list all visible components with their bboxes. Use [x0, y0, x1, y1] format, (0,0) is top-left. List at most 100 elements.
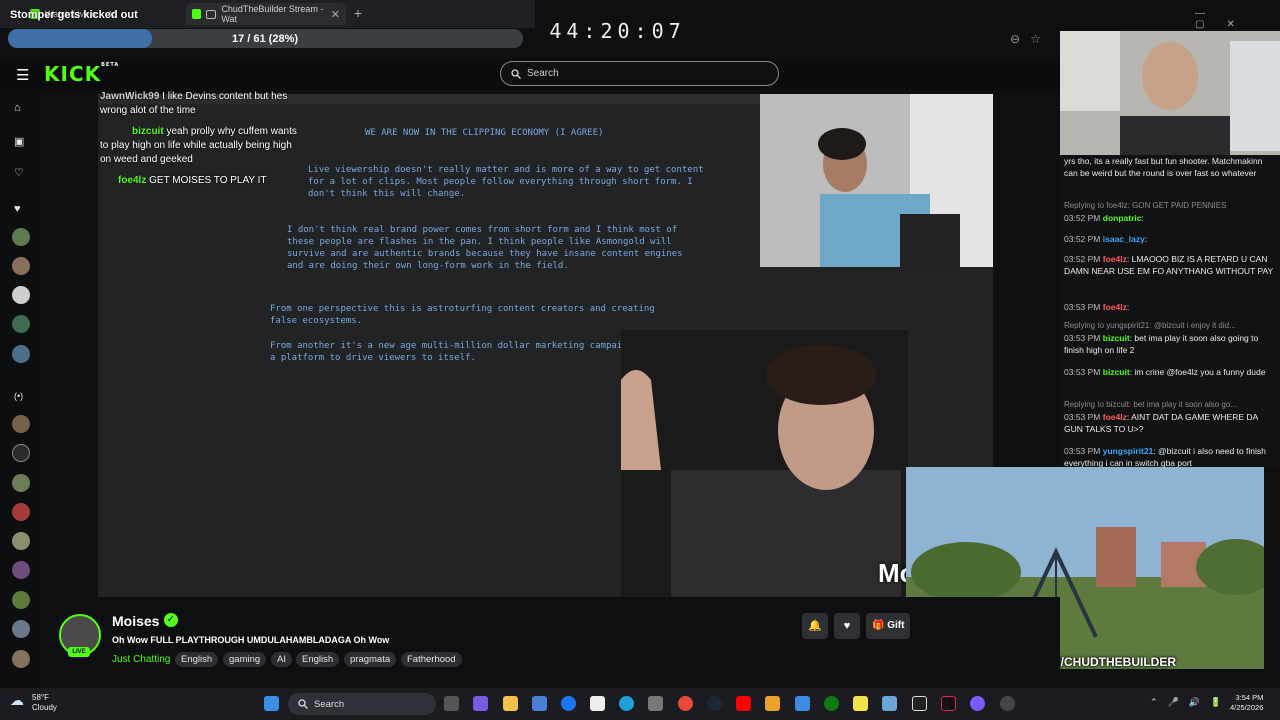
- snipping-tool-icon[interactable]: [882, 696, 897, 711]
- sidebar-channel-avatar[interactable]: [12, 474, 30, 492]
- kick-favicon-icon: [192, 9, 201, 19]
- tag[interactable]: AI: [271, 652, 292, 667]
- file-explorer-icon[interactable]: [503, 696, 518, 711]
- start-windows-icon[interactable]: [264, 696, 279, 711]
- search-icon: [298, 699, 308, 709]
- gift-button[interactable]: 🎁 Gift: [866, 613, 910, 639]
- reading-mode-icon[interactable]: ⊖: [1010, 32, 1020, 46]
- drawing-paragraph: Live viewership doesn't really matter an…: [308, 165, 704, 199]
- sidebar-channel-avatar[interactable]: [12, 286, 30, 304]
- app-icon[interactable]: [795, 696, 810, 711]
- progress-text: 17 / 61 (28%): [231, 33, 299, 45]
- sidebar-channel-avatar[interactable]: [12, 315, 30, 333]
- sidebar-channel-avatar[interactable]: [12, 620, 30, 638]
- sidebar-channel-avatar[interactable]: [12, 415, 30, 433]
- kick-logo[interactable]: KICKBETA: [44, 62, 119, 86]
- guest-webcam: [760, 94, 993, 267]
- tag[interactable]: pragmata: [344, 652, 397, 667]
- tag[interactable]: English: [175, 652, 219, 667]
- xbox-icon[interactable]: [824, 696, 839, 711]
- host-webcam: [1060, 31, 1280, 155]
- chat-reply-context[interactable]: Replying to bizcuit: bet ima play it soo…: [1064, 399, 1274, 411]
- channel-name[interactable]: Moises: [112, 613, 159, 629]
- stream-chat-message: bizcuit yeah prolly why cuffem wants to …: [100, 126, 297, 165]
- stream-chat-message: foe4lz GET MOISES TO PLAY IT: [118, 175, 267, 186]
- chat-message: 03:52 PM isaac_lazy:: [1064, 234, 1148, 244]
- stream-timer: 44:20:07: [549, 19, 686, 43]
- follow-heart-button[interactable]: ♥: [834, 613, 860, 639]
- tiktok-icon[interactable]: [941, 696, 956, 711]
- browse-icon[interactable]: ▣: [14, 135, 24, 148]
- sidebar-channel-avatar[interactable]: [12, 532, 30, 550]
- new-tab-button[interactable]: +: [354, 5, 362, 21]
- tag[interactable]: English: [296, 652, 340, 667]
- overlay-title: Stomper gets kicked out: [10, 9, 138, 21]
- chat-reply-context[interactable]: Replying to yungspirit21: @bizcuit i enj…: [1064, 320, 1274, 332]
- settings-icon[interactable]: [1000, 696, 1015, 711]
- sidebar-channel-avatar[interactable]: [12, 591, 30, 609]
- tag[interactable]: Fatherhood: [401, 652, 462, 667]
- sticky-notes-icon[interactable]: [853, 696, 868, 711]
- taskbar-search[interactable]: Search: [288, 693, 436, 715]
- menu-icon[interactable]: ☰: [16, 66, 29, 84]
- chat-message: 03:52 PM donpatric:: [1064, 213, 1144, 223]
- stream-title: Oh Wow FULL PLAYTHROUGH UMDULAHAMBLADAGA…: [112, 635, 390, 645]
- following-heart-icon[interactable]: ♡: [14, 166, 24, 179]
- sidebar-channel-avatar[interactable]: [12, 444, 30, 462]
- streamer-webcam: [621, 330, 908, 597]
- calculator-icon[interactable]: [648, 696, 663, 711]
- task-view-icon[interactable]: [444, 696, 459, 711]
- notification-bell-button[interactable]: 🔔: [802, 613, 828, 639]
- tab-chudthebuilder[interactable]: ChudTheBuilder Stream - Wat ✕: [186, 3, 346, 25]
- window-controls[interactable]: —▢✕: [1195, 8, 1280, 30]
- sidebar-channel-avatar[interactable]: [12, 561, 30, 579]
- vlc-icon[interactable]: [765, 696, 780, 711]
- cloud-icon: ☁: [10, 692, 24, 708]
- host-webcam-image: [1060, 31, 1280, 155]
- chat-message: 03:53 PM foe4lz: AINT DAT DA GAME WHERE …: [1064, 412, 1258, 434]
- sidebar-channel-avatar[interactable]: [12, 345, 30, 363]
- live-signal-icon[interactable]: (•): [14, 391, 23, 401]
- followed-heart-icon[interactable]: ♥: [14, 203, 21, 215]
- windows-taskbar: [0, 688, 1280, 720]
- sidebar-channel-avatar[interactable]: [12, 650, 30, 668]
- drawing-paragraph: From one perspective this is astroturfin…: [270, 304, 655, 326]
- stream-chat-message: JawnWick99 I like Devins content but hes…: [100, 91, 288, 116]
- obs-icon[interactable]: [970, 696, 985, 711]
- drawing-paragraph: I don't think real brand power comes fro…: [287, 225, 683, 271]
- store-icon[interactable]: [532, 696, 547, 711]
- drawing-paragraph: From another it's a new age multi-millio…: [270, 341, 661, 363]
- chat-message: 03:53 PM foe4lz:: [1064, 302, 1130, 312]
- sidebar-channel-avatar[interactable]: [12, 257, 30, 275]
- tab-page-icon: [205, 9, 217, 19]
- verified-icon: ✓: [164, 613, 178, 627]
- favorite-star-icon[interactable]: ☆: [1030, 32, 1041, 46]
- sidebar-channel-avatar[interactable]: [12, 228, 30, 246]
- copilot-icon[interactable]: [473, 696, 488, 711]
- system-tray[interactable]: ⌃🎤🔊🔋: [1150, 697, 1231, 708]
- chat-message: 03:53 PM bizcuit: im crine @foe4lz you a…: [1064, 367, 1266, 377]
- category-link[interactable]: Just Chatting: [112, 654, 170, 665]
- taskbar-clock[interactable]: 3:54 PM 4/25/2026: [1230, 693, 1263, 713]
- home-icon[interactable]: ⌂: [14, 102, 21, 114]
- search-input[interactable]: Search: [500, 61, 779, 86]
- kick-app-icon[interactable]: [912, 696, 927, 711]
- chrome-icon[interactable]: [678, 696, 693, 711]
- guest-webcam-image: [760, 94, 993, 267]
- youtube-icon[interactable]: [736, 696, 751, 711]
- tag[interactable]: gaming: [223, 652, 267, 667]
- chat-message: 03:53 PM yungspirit21: @bizcuit i also n…: [1064, 446, 1266, 468]
- weather-widget[interactable]: ☁ 58°F Cloudy: [8, 693, 57, 713]
- steam-icon[interactable]: [707, 696, 722, 711]
- chat-reply-context[interactable]: Replying to foe4lz: GON GET PAID PENNIES: [1064, 200, 1274, 212]
- sidebar-channel-avatar[interactable]: [12, 503, 30, 521]
- amazon-icon[interactable]: [590, 696, 605, 711]
- address-bar-actions: ⊖ ☆: [1010, 32, 1060, 46]
- close-tab-icon[interactable]: ✕: [331, 8, 340, 21]
- live-badge: LIVE: [68, 647, 90, 657]
- chat-message: yrs tho, its a really fast but fun shoot…: [1064, 156, 1263, 178]
- facebook-icon[interactable]: [561, 696, 576, 711]
- drawing-heading: WE ARE NOW IN THE CLIPPING ECONOMY (I AG…: [365, 128, 604, 138]
- edge-icon[interactable]: [619, 696, 634, 711]
- chat-message: 03:53 PM bizcuit: bet ima play it soon a…: [1064, 333, 1259, 355]
